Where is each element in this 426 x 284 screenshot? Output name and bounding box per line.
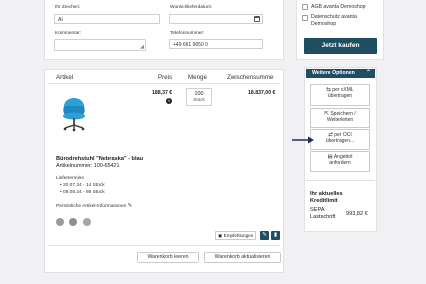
- share-icon: ⇱: [324, 110, 329, 117]
- credit-limit-title: Ihr aktuelles Kreditlimit: [310, 191, 343, 205]
- transfer-icon: ⇄: [328, 131, 333, 138]
- item-subtotal: 18.837,00 €: [248, 90, 276, 96]
- quote-line2: anfordern: [329, 159, 351, 166]
- product-image-chair[interactable]: [58, 97, 90, 133]
- document-icon: ▤: [327, 153, 333, 160]
- article-number: Artikelnummer: 100-65421: [56, 163, 120, 169]
- credit-title-line2: Kreditlimit: [310, 198, 338, 204]
- edit-item-button[interactable]: ✎: [260, 231, 269, 240]
- delivery-date-1: 20.07.24 - 14 Stück: [63, 183, 105, 188]
- credit-method: SEPA Lastschrift: [310, 207, 336, 221]
- oci-line2: übertragen...: [325, 137, 355, 144]
- header-divider: [48, 83, 280, 84]
- oci-line1: per OCI: [334, 131, 352, 138]
- badge-icon-2: [69, 218, 78, 226]
- link-icon: ⇆: [326, 86, 331, 93]
- credit-amount: 993,82 €: [346, 211, 368, 217]
- kommentar-label: Kommentar:: [55, 31, 82, 36]
- col-header-menge: Menge: [188, 74, 207, 81]
- save-forward-button[interactable]: ⇱ Speichern / Weiterleiten: [310, 108, 370, 128]
- datenschutz-label-line1: Datenschutz avanta: [311, 14, 357, 20]
- resize-handle-icon[interactable]: ◢: [140, 44, 144, 50]
- col-header-artikel: Artikel: [56, 74, 74, 81]
- delivery-item-1: • 20.07.24 - 14 Stück: [60, 183, 105, 188]
- badge-icon-3: [82, 218, 91, 226]
- chevron-up-icon[interactable]: ⌃: [366, 69, 371, 78]
- save-forward-line1: Speichern /: [330, 110, 356, 117]
- personal-info-label: Persönliche Artikel-Informationen: [56, 204, 127, 209]
- buy-now-button[interactable]: Jetzt kaufen: [304, 38, 377, 54]
- credit-method-line1: SEPA: [310, 207, 325, 213]
- credit-method-line2: Lastschrift: [310, 214, 336, 220]
- telefon-label: Telefonnummer:: [170, 31, 205, 36]
- ihr-zeichen-value: AI: [58, 17, 63, 23]
- datenschutz-label: Datenschutz avanta Demoshop: [311, 14, 357, 27]
- kommentar-textarea[interactable]: ◢: [54, 39, 146, 51]
- oci-transfer-button[interactable]: ⇄ per OCI übertragen...: [310, 129, 370, 150]
- product-name[interactable]: Bürodrehstuhl "Nebraska" - blau: [56, 156, 143, 162]
- quantity-unit: Stück: [193, 97, 205, 102]
- recommendations-button[interactable]: ▣ Empfehlungen: [215, 231, 257, 240]
- trash-icon: ▮: [274, 232, 277, 238]
- request-quote-button[interactable]: ▤ Angebot anfordern: [310, 151, 370, 172]
- personal-info-link[interactable]: Persönliche Artikel-Informationen ✎: [56, 203, 132, 209]
- ihr-zeichen-label: Ihr Zeichen:: [55, 5, 81, 10]
- telefon-value: +49 661 9650 0: [173, 42, 208, 48]
- delivery-title: Liefertermine: [56, 176, 84, 181]
- recommend-label: Empfehlungen: [223, 233, 254, 238]
- telefon-input[interactable]: +49 661 9650 0: [169, 39, 263, 49]
- footer-divider: [48, 245, 280, 246]
- agb-checkbox[interactable]: [302, 4, 308, 10]
- col-header-zwischensumme: Zwischensumme: [227, 74, 274, 81]
- col-header-preis: Preis: [158, 74, 173, 81]
- cxml-line1: per cXML: [332, 86, 354, 93]
- annotation-arrow-icon: [292, 136, 314, 144]
- wunschlieferdatum-input[interactable]: [169, 14, 263, 24]
- datenschutz-checkbox[interactable]: [302, 15, 308, 21]
- badge-icon-1: [56, 218, 64, 226]
- recommend-icon: ▣: [218, 233, 223, 238]
- options-divider: [306, 180, 375, 181]
- delivery-item-2: • 09.08.24 - 86 Stück: [60, 190, 105, 195]
- quote-line1: Angebot: [333, 153, 353, 160]
- clear-cart-button[interactable]: Warenkorb leeren: [137, 252, 199, 263]
- edit-icon[interactable]: ✎: [128, 203, 133, 209]
- info-icon[interactable]: i: [166, 98, 172, 104]
- wunschlieferdatum-label: Wunschlieferdatum:: [170, 5, 213, 10]
- options-header[interactable]: Weitere Optionen ⌃: [306, 69, 375, 78]
- ihr-zeichen-input[interactable]: AI: [54, 14, 160, 24]
- calendar-icon[interactable]: [254, 16, 260, 22]
- agb-label: AGB avanta Demoshop: [311, 4, 366, 10]
- credit-title-line1: Ihr aktuelles: [310, 191, 343, 197]
- options-title: Weitere Optionen: [312, 70, 355, 76]
- delete-item-button[interactable]: ▮: [271, 231, 280, 240]
- update-cart-button[interactable]: Warenkorb aktualisieren: [204, 252, 281, 263]
- item-price: 188,37 €: [152, 90, 173, 96]
- certification-badges: [56, 213, 91, 231]
- cxml-line2: übertragen: [327, 92, 353, 99]
- delivery-date-2: 09.08.24 - 86 Stück: [63, 190, 105, 195]
- quantity-input[interactable]: 100 Stück: [186, 88, 212, 106]
- datenschutz-label-line2: Demoshop: [311, 20, 337, 27]
- save-forward-line2: Weiterleiten: [326, 116, 354, 123]
- cxml-transfer-button[interactable]: ⇆ per cXML übertragen: [310, 84, 370, 106]
